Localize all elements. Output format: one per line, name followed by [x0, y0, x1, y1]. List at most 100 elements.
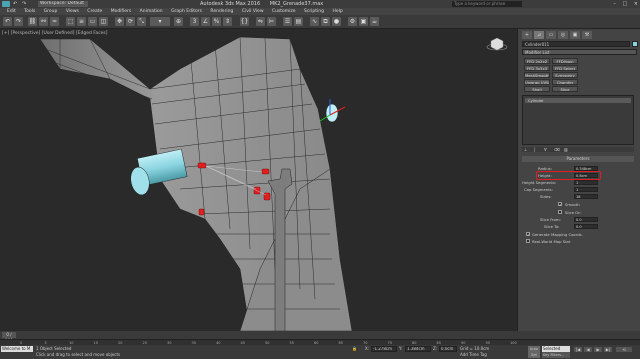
menu-animation[interactable]: Animation: [140, 9, 163, 14]
real-world-checkbox[interactable]: [526, 239, 530, 243]
menu-create[interactable]: Create: [87, 9, 102, 14]
play-icon[interactable]: ▶: [594, 347, 602, 352]
close-button[interactable]: ×: [634, 1, 638, 7]
rectangular-selection-icon[interactable]: ▭: [88, 17, 97, 26]
modifier-list-dropdown[interactable]: Modifier List: [522, 49, 637, 55]
add-time-tag[interactable]: Add Time Tag: [460, 352, 487, 358]
cap-segments-spinner[interactable]: 1: [574, 187, 598, 192]
graphite-ribbon-icon[interactable]: ▤: [294, 17, 303, 26]
stack-item[interactable]: Cylinder: [525, 98, 631, 103]
key-filters-button[interactable]: Key Filters...: [542, 352, 570, 358]
height-segments-spinner[interactable]: 1: [574, 180, 598, 185]
align-icon[interactable]: ⊨: [267, 17, 276, 26]
app-logo-icon[interactable]: [2, 1, 10, 7]
z-coordinate-field[interactable]: 0.0cm: [439, 346, 457, 352]
make-unique-icon[interactable]: ∀: [544, 147, 547, 152]
hierarchy-tab[interactable]: ▭: [546, 31, 556, 39]
parameters-rollout[interactable]: Parameters: [522, 156, 634, 162]
modify-tab[interactable]: ⊿: [534, 31, 544, 39]
layer-manager-icon[interactable]: ☰: [283, 17, 292, 26]
rendered-frame-window-icon[interactable]: ▣: [359, 17, 368, 26]
named-selection-sets-icon[interactable]: {}: [240, 17, 249, 26]
menu-graph-editors[interactable]: Graph Editors: [171, 9, 202, 14]
slice-button[interactable]: Slice: [552, 86, 578, 92]
pin-stack-icon[interactable]: ⊥: [524, 147, 527, 152]
slice-from-spinner[interactable]: 0.0: [574, 217, 598, 222]
spinner-snap-icon[interactable]: ⇕: [223, 17, 232, 26]
generate-mapping-checkbox[interactable]: ✓: [526, 232, 530, 237]
time-slider[interactable]: 0 / 100: [0, 331, 640, 343]
redo-quick-icon[interactable]: ↷: [22, 1, 26, 7]
select-by-name-icon[interactable]: ≡: [77, 17, 86, 26]
modifier-stack[interactable]: Cylinder: [522, 95, 634, 145]
menu-civil-view[interactable]: Civil View: [242, 9, 264, 14]
menu-customize[interactable]: Customize: [272, 9, 296, 14]
window-crossing-icon[interactable]: ◫: [99, 17, 108, 26]
maximize-button[interactable]: □: [622, 1, 627, 7]
symmetry-button[interactable]: Symmetry: [552, 72, 578, 78]
go-to-end-icon[interactable]: ▶|: [604, 347, 612, 352]
workspace-dropdown[interactable]: Workspace: Default: [38, 1, 88, 7]
maxscript-listener[interactable]: Welcome to M: [1, 346, 33, 352]
rotate-icon[interactable]: ⟳: [126, 17, 135, 26]
object-color-swatch[interactable]: [632, 41, 638, 47]
viewport-label[interactable]: [+] [Perspective] [User Defined] [Edged …: [2, 31, 108, 36]
select-object-icon[interactable]: ⬚: [66, 17, 75, 26]
redo-icon[interactable]: ↷: [14, 17, 23, 26]
smooth-checkbox[interactable]: ✓: [558, 202, 562, 207]
curve-editor-icon[interactable]: ∿: [310, 17, 319, 26]
menu-rendering[interactable]: Rendering: [210, 9, 233, 14]
ffd-box-button[interactable]: FFD(box): [552, 58, 578, 64]
reference-coordinate-dropdown[interactable]: ▾: [150, 17, 170, 26]
material-editor-icon[interactable]: ●: [332, 17, 341, 26]
menu-group[interactable]: Group: [44, 9, 58, 14]
slice-to-spinner[interactable]: 0.0: [574, 224, 598, 229]
menu-edit[interactable]: Edit: [7, 9, 16, 14]
meshsmooth-button[interactable]: MeshSmooth: [524, 72, 550, 78]
pivot-center-icon[interactable]: ⊕: [174, 17, 183, 26]
configure-sets-icon[interactable]: ▥: [564, 147, 568, 152]
minimize-button[interactable]: –: [613, 1, 616, 7]
show-end-result-icon[interactable]: |: [534, 147, 535, 152]
set-key-button[interactable]: Set Key: [528, 352, 540, 358]
remove-modifier-icon[interactable]: ⌫: [554, 147, 560, 152]
go-to-start-icon[interactable]: |◀: [574, 347, 582, 352]
sides-spinner[interactable]: 18: [574, 194, 598, 199]
slice-on-checkbox[interactable]: [558, 210, 562, 214]
menu-help[interactable]: Help: [332, 9, 342, 14]
menu-scripting[interactable]: Scripting: [304, 9, 324, 14]
menu-views[interactable]: Views: [66, 9, 79, 14]
bind-space-warp-icon[interactable]: ≈: [50, 17, 59, 26]
scale-icon[interactable]: ⤡: [137, 17, 146, 26]
orbit-icon[interactable]: ⟲: [616, 347, 632, 352]
chamfer-button[interactable]: Chamfer: [552, 79, 578, 85]
mirror-icon[interactable]: ⇋: [256, 17, 265, 26]
unwrap-uvw-button[interactable]: Unwrap UVW: [524, 79, 550, 85]
display-tab[interactable]: ▣: [570, 31, 580, 39]
ffd-2x2x2-button[interactable]: FFD 2x2x2: [524, 58, 550, 64]
schematic-view-icon[interactable]: ⧉: [321, 17, 330, 26]
y-coordinate-field[interactable]: 1.384cm: [405, 346, 431, 352]
x-coordinate-field[interactable]: -1.278cm: [371, 346, 397, 352]
motion-tab[interactable]: ◎: [558, 31, 568, 39]
snap-toggle-icon[interactable]: 3: [190, 17, 199, 26]
undo-icon[interactable]: ↶: [3, 17, 12, 26]
menu-modifiers[interactable]: Modifiers: [111, 9, 132, 14]
previous-frame-icon[interactable]: ◀: [584, 347, 592, 352]
render-production-icon[interactable]: ☕: [370, 17, 379, 26]
create-tab[interactable]: +: [522, 31, 532, 39]
time-slider-thumb[interactable]: 0 / 100: [2, 332, 16, 343]
menu-tools[interactable]: Tools: [24, 9, 35, 14]
undo-quick-icon[interactable]: ↶: [13, 1, 17, 7]
search-input[interactable]: Type a keyword or phrase: [452, 1, 522, 7]
viewcube[interactable]: [486, 37, 508, 51]
render-setup-icon[interactable]: ⚙: [348, 17, 357, 26]
object-name-field[interactable]: Cylinder011: [522, 41, 630, 47]
link-icon[interactable]: ⛓: [28, 17, 37, 26]
ffd-select-button[interactable]: FFD Select: [552, 65, 578, 71]
lock-selection-icon[interactable]: 🔒: [352, 346, 357, 352]
move-icon[interactable]: ✥: [115, 17, 124, 26]
right-cylinder[interactable]: [325, 103, 339, 123]
unlink-icon[interactable]: ⚯: [39, 17, 48, 26]
perspective-viewport[interactable]: [0, 29, 517, 331]
